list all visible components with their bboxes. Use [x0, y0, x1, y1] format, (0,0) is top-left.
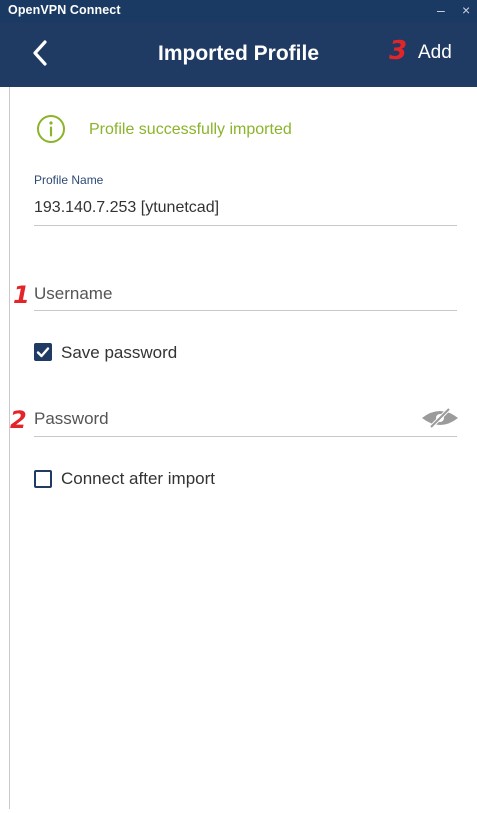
- toggle-password-visibility-button[interactable]: [420, 407, 460, 429]
- connect-after-import-checkbox[interactable]: [34, 470, 52, 488]
- save-password-checkbox[interactable]: [34, 343, 52, 361]
- minimize-button[interactable]: –: [437, 1, 445, 19]
- profile-name-label: Profile Name: [34, 173, 104, 187]
- profile-name-underline: [34, 225, 457, 226]
- add-button[interactable]: Add: [418, 42, 452, 64]
- window-titlebar: OpenVPN Connect – ×: [0, 0, 477, 22]
- password-input[interactable]: [34, 409, 414, 429]
- content-border: [9, 87, 10, 809]
- app-title: OpenVPN Connect: [8, 3, 121, 17]
- save-password-label[interactable]: Save password: [61, 343, 177, 363]
- success-message: Profile successfully imported: [89, 121, 292, 138]
- password-underline: [34, 436, 457, 437]
- annotation-two: 2: [10, 406, 27, 434]
- checkmark-icon: [36, 347, 50, 358]
- profile-name-value[interactable]: 193.140.7.253 [ytunetcad]: [34, 199, 219, 217]
- annotation-three: 3: [389, 36, 408, 66]
- close-window-button[interactable]: ×: [462, 1, 470, 19]
- eye-slash-icon: [422, 407, 458, 429]
- annotation-one: 1: [13, 281, 30, 309]
- connect-after-import-label[interactable]: Connect after import: [61, 469, 215, 489]
- username-underline: [34, 310, 457, 311]
- username-input[interactable]: [34, 284, 414, 304]
- info-icon: [37, 115, 65, 143]
